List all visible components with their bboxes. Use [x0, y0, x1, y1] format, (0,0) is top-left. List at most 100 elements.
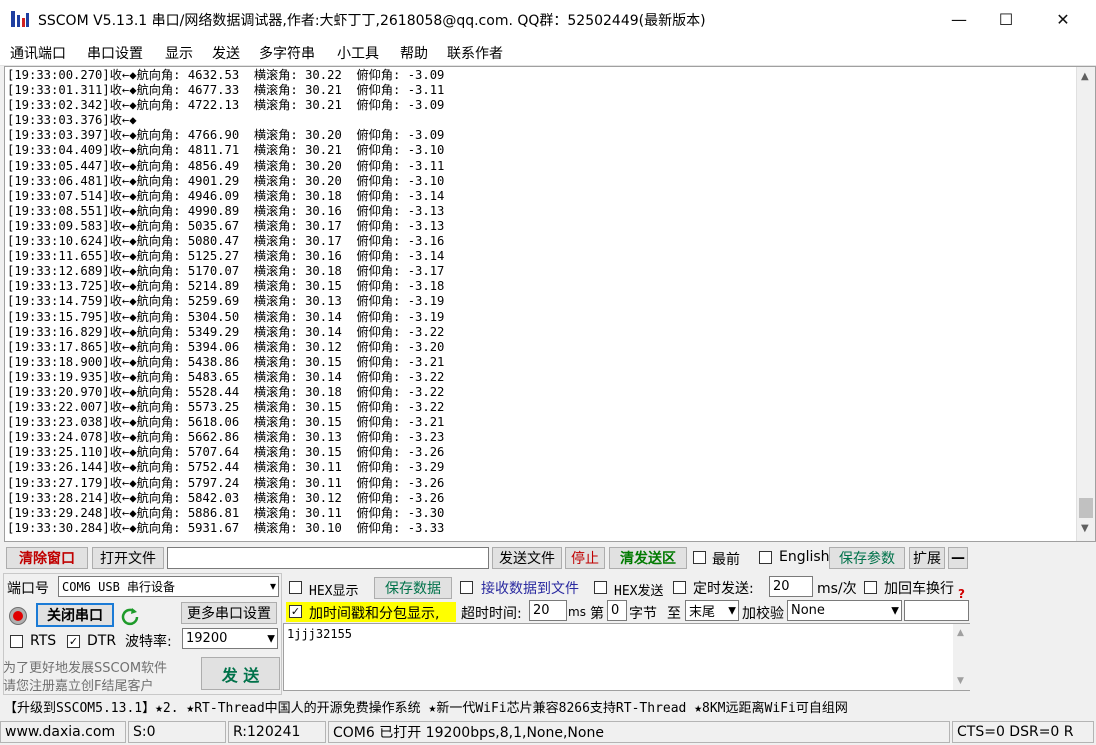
scroll-up-icon[interactable]: ▲	[957, 628, 964, 638]
rts-checkbox[interactable]	[10, 635, 23, 648]
receive-line: [19:33:27.179]收←◆航向角: 5797.24 横滚角: 30.11…	[7, 475, 445, 490]
receive-line: [19:33:11.655]收←◆航向角: 5125.27 横滚角: 30.16…	[7, 249, 445, 264]
file-path-input[interactable]	[167, 547, 489, 569]
receive-line: [19:33:13.725]收←◆航向角: 5214.89 横滚角: 30.15…	[7, 279, 445, 294]
maximize-button[interactable]: ☐	[982, 0, 1030, 38]
receive-line: [19:33:03.397]收←◆航向角: 4766.90 横滚角: 30.20…	[7, 128, 445, 143]
recv-to-file-label[interactable]: 接收数据到文件	[481, 578, 579, 598]
baud-select[interactable]: 19200 ▼	[182, 628, 278, 649]
scroll-thumb[interactable]	[1079, 498, 1093, 518]
timed-send-checkbox[interactable]	[673, 581, 686, 594]
interval-unit-label: ms/次	[817, 581, 857, 597]
port-select-value: COM6 USB 串行设备	[62, 580, 176, 594]
timed-send-label: 定时发送:	[693, 581, 754, 597]
byte-index-input[interactable]: 0	[607, 600, 627, 621]
receive-area[interactable]: [19:33:00.270]收←◆航向角: 4632.53 横滚角: 30.22…	[4, 66, 1096, 542]
receive-line: [19:33:04.409]收←◆航向角: 4811.71 横滚角: 30.21…	[7, 143, 445, 158]
english-checkbox[interactable]	[759, 551, 772, 564]
clear-window-button[interactable]: 清除窗口	[6, 547, 88, 569]
baud-label: 波特率:	[125, 634, 172, 650]
end-select[interactable]: 末尾 ▼	[685, 600, 739, 621]
hex-send-checkbox[interactable]	[594, 581, 607, 594]
english-label: English	[779, 549, 830, 565]
menu-port-settings[interactable]: 串口设置	[87, 43, 143, 63]
chevron-down-icon: ▼	[728, 605, 736, 616]
byte-label: 字节	[629, 606, 657, 622]
scroll-down-icon[interactable]: ▼	[957, 676, 964, 686]
open-file-button[interactable]: 打开文件	[92, 547, 164, 569]
receive-log: [19:33:00.270]收←◆航向角: 4632.53 横滚角: 30.22…	[7, 68, 1073, 540]
app-icon	[11, 11, 29, 27]
hex-display-label: HEX显示	[309, 584, 359, 599]
receive-line: [19:33:17.865]收←◆航向角: 5394.06 横滚角: 30.12…	[7, 339, 445, 354]
close-button[interactable]: ✕	[1039, 0, 1087, 38]
append-crlf-checkbox[interactable]	[864, 581, 877, 594]
to-label: 至	[667, 606, 681, 622]
dtr-checkbox[interactable]: ✓	[67, 635, 80, 648]
send-text: 1jjj32155	[287, 627, 353, 641]
refresh-icon[interactable]	[120, 606, 140, 626]
more-port-settings-button[interactable]: 更多串口设置	[181, 602, 277, 624]
close-port-button[interactable]: 关闭串口	[36, 603, 114, 627]
expand-button[interactable]: 扩展	[909, 547, 945, 569]
collapse-button[interactable]: —	[948, 547, 968, 569]
stop-button[interactable]: 停止	[565, 547, 605, 569]
receive-line: [19:33:16.829]收←◆航向角: 5349.29 横滚角: 30.14…	[7, 324, 445, 339]
timestamp-label: 加时间戳和分包显示,	[309, 606, 440, 622]
interval-input[interactable]: 20	[769, 576, 813, 597]
send-scrollbar[interactable]: ▲ ▼	[953, 624, 970, 690]
timestamp-checkbox[interactable]: ✓	[289, 605, 302, 618]
receive-scrollbar[interactable]: ▲ ▼	[1076, 67, 1095, 541]
menu-tools[interactable]: 小工具	[337, 43, 379, 63]
promo-line-1[interactable]: 为了更好地发展SSCOM软件	[3, 657, 167, 676]
send-file-button[interactable]: 发送文件	[492, 547, 562, 569]
timeout-unit-label: ms	[568, 605, 586, 619]
checksum-select[interactable]: None ▼	[787, 600, 902, 621]
port-label: 端口号	[7, 581, 49, 597]
receive-line: [19:33:07.514]收←◆航向角: 4946.09 横滚角: 30.18…	[7, 188, 445, 203]
menu-bar: 通讯端口 串口设置 显示 发送 多字符串 小工具 帮助 联系作者	[0, 38, 1096, 66]
recv-to-file-checkbox[interactable]	[460, 581, 473, 594]
menu-display[interactable]: 显示	[165, 43, 193, 63]
byte-index-prefix: 第	[590, 606, 604, 622]
menu-contact[interactable]: 联系作者	[447, 43, 503, 63]
menu-multi-string[interactable]: 多字符串	[259, 43, 315, 63]
end-select-value: 末尾	[689, 605, 716, 620]
help-icon[interactable]: ?	[958, 587, 965, 601]
save-data-button[interactable]: 保存数据	[374, 577, 452, 599]
menu-help[interactable]: 帮助	[400, 43, 428, 63]
receive-line: [19:33:06.481]收←◆航向角: 4901.29 横滚角: 30.20…	[7, 173, 445, 188]
receive-line: [19:33:15.795]收←◆航向角: 5304.50 横滚角: 30.14…	[7, 309, 445, 324]
scroll-up-icon[interactable]: ▲	[1081, 71, 1089, 82]
chevron-down-icon: ▼	[269, 581, 276, 592]
window-title: SSCOM V5.13.1 串口/网络数据调试器,作者:大虾丁丁,2618058…	[38, 13, 706, 29]
send-button[interactable]: 发 送	[201, 657, 280, 690]
chevron-down-icon: ▼	[891, 605, 899, 616]
chevron-down-icon: ▼	[267, 633, 275, 644]
menu-comm-port[interactable]: 通讯端口	[10, 43, 66, 63]
minimize-button[interactable]: —	[935, 0, 983, 38]
receive-line: [19:33:24.078]收←◆航向角: 5662.86 横滚角: 30.13…	[7, 430, 445, 445]
port-select[interactable]: COM6 USB 串行设备 ▼	[58, 576, 279, 597]
status-bar: www.daxia.com S:0 R:120241 COM6 已打开 1920…	[0, 719, 1096, 745]
receive-line: [19:33:18.900]收←◆航向角: 5438.86 横滚角: 30.15…	[7, 354, 445, 369]
ad-banner[interactable]: 【升级到SSCOM5.13.1】★2. ★RT-Thread中国人的开源免费操作…	[0, 695, 1096, 717]
send-input[interactable]: 1jjj32155 ▲ ▼	[283, 623, 970, 691]
status-website[interactable]: www.daxia.com	[0, 721, 126, 743]
menu-send[interactable]: 发送	[212, 43, 240, 63]
receive-line: [19:33:19.935]收←◆航向角: 5483.65 横滚角: 30.14…	[7, 369, 445, 384]
scroll-down-icon[interactable]: ▼	[1081, 523, 1089, 534]
receive-line: [19:33:14.759]收←◆航向角: 5259.69 横滚角: 30.13…	[7, 294, 445, 309]
hex-display-checkbox[interactable]	[289, 581, 302, 594]
promo-line-2[interactable]: 请您注册嘉立创F结尾客户	[3, 675, 153, 694]
hex-send-label: HEX发送	[614, 584, 664, 599]
clear-send-button[interactable]: 清发送区	[609, 547, 687, 569]
receive-line: [19:33:29.248]收←◆航向角: 5886.81 横滚角: 30.11…	[7, 505, 445, 520]
append-crlf-label: 加回车换行	[884, 581, 954, 597]
topmost-checkbox[interactable]	[693, 551, 706, 564]
save-params-button[interactable]: 保存参数	[829, 547, 905, 569]
timeout-input[interactable]: 20	[529, 600, 567, 621]
checksum-select-value: None	[791, 603, 825, 618]
receive-line: [19:33:30.284]收←◆航向角: 5931.67 横滚角: 30.10…	[7, 520, 445, 535]
port-status-icon	[9, 607, 27, 625]
